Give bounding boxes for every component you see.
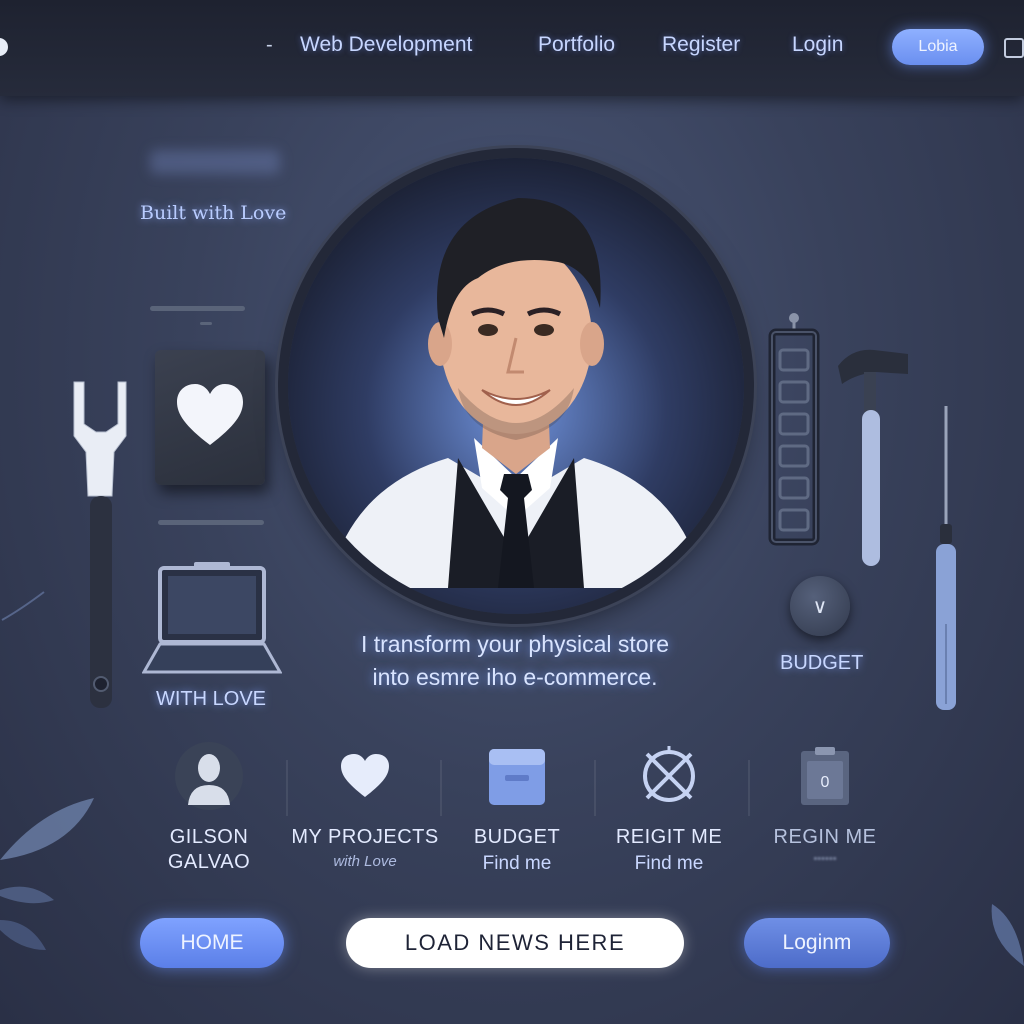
hero-headline: I transform your physical store into esm… <box>300 628 730 694</box>
feature-projects[interactable]: MY PROJECTS with Love <box>290 740 440 870</box>
person-icon <box>175 742 243 810</box>
avatar <box>288 158 744 614</box>
profile-portrait <box>288 158 744 614</box>
heart-icon <box>341 754 389 797</box>
load-news-button[interactable]: LOAD NEWS HERE <box>346 918 684 968</box>
divider-line <box>150 306 245 311</box>
svg-text:0: 0 <box>821 774 830 791</box>
nav-link-login[interactable]: Login <box>792 33 843 57</box>
home-button[interactable]: HOME <box>140 918 284 968</box>
nav-link-portfolio[interactable]: Portfolio <box>538 33 615 57</box>
feature-reigit[interactable]: REIGIT ME Find me <box>594 740 744 875</box>
feature-title: GILSON <box>169 826 249 848</box>
leaf-decoration-icon <box>0 798 94 950</box>
nav-separator: - <box>266 34 273 56</box>
ladder-icon <box>768 313 820 546</box>
heart-icon <box>177 384 243 445</box>
bag-icon <box>489 749 545 805</box>
nav-link-web-development[interactable]: Web Development <box>300 33 472 57</box>
feature-title: BUDGET <box>473 826 561 848</box>
feature-separator <box>286 760 288 816</box>
clipboard-icon: 0 <box>801 747 849 805</box>
with-love-caption: WITH LOVE <box>156 688 267 710</box>
hammer-icon <box>838 349 908 566</box>
hero-tagline: Built with Love <box>140 202 287 224</box>
crossed-circle-icon <box>643 746 695 802</box>
nav-link-register[interactable]: Register <box>662 33 740 57</box>
headline-line-2: into esmre iho e-commerce. <box>372 664 658 690</box>
logo-dot-icon[interactable] <box>0 38 8 56</box>
login-button[interactable]: Loginm <box>744 918 890 968</box>
nav-checkbox[interactable] <box>1004 38 1024 58</box>
feature-budget[interactable]: BUDGET Find me <box>442 740 592 875</box>
budget-caption: BUDGET <box>780 652 864 674</box>
feature-title: REGIN ME <box>773 826 877 848</box>
leaf-decoration-icon <box>991 904 1024 966</box>
divider-line <box>158 520 264 525</box>
feature-title: MY PROJECTS <box>291 826 439 848</box>
feature-subtitle: with Love <box>333 853 397 870</box>
wrench-icon <box>73 381 127 708</box>
feature-subtitle: Find me <box>634 853 704 874</box>
feature-title: REIGIT ME <box>615 826 723 848</box>
top-navigation-bar: - Web Development Portfolio Register Log… <box>0 0 1024 96</box>
feature-subtitle: Find me <box>482 853 552 874</box>
screwdriver-icon <box>936 406 956 710</box>
budget-knob[interactable]: ∨ <box>790 576 850 636</box>
leaf-decoration-icon <box>1 591 45 621</box>
feature-subtitle: •••••• <box>813 853 837 865</box>
feature-regin[interactable]: 0 REGIN ME •••••• <box>750 740 900 865</box>
feature-profile[interactable]: GILSON GALVAO <box>134 740 284 874</box>
heart-card <box>155 350 265 485</box>
laptop-icon <box>142 562 282 674</box>
nav-cta-button[interactable]: Lobia <box>892 29 984 65</box>
feature-subtitle: GALVAO <box>167 851 251 873</box>
blurred-heading <box>150 150 280 174</box>
divider-line <box>200 322 212 325</box>
headline-line-1: I transform your physical store <box>360 631 670 657</box>
